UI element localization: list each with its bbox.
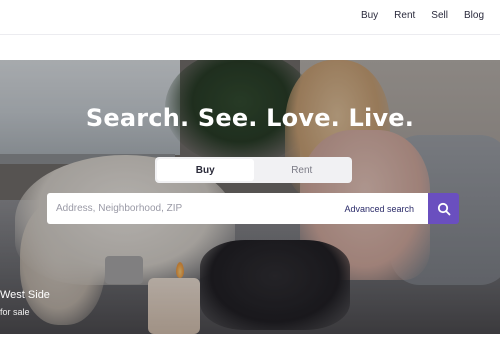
header-divider [0, 34, 500, 35]
top-header: Buy Rent Sell Blog [0, 0, 500, 34]
location-title: West Side [0, 289, 50, 301]
nav-link-blog[interactable]: Blog [456, 10, 492, 21]
hero-headline: Search. See. Love. Live. [85, 104, 415, 132]
search-input[interactable] [47, 193, 345, 224]
hero-section: Search. See. Love. Live. Buy Rent Advanc… [0, 60, 500, 334]
search-mode-tabs: Buy Rent [155, 157, 352, 183]
nav-link-buy[interactable]: Buy [361, 10, 386, 21]
search-button[interactable] [428, 193, 459, 224]
tab-buy[interactable]: Buy [157, 159, 254, 181]
search-bar: Advanced search [47, 193, 428, 224]
advanced-search-link[interactable]: Advanced search [344, 204, 414, 214]
search-icon [437, 202, 450, 215]
nav-link-rent[interactable]: Rent [386, 10, 423, 21]
main-nav: Buy Rent Sell Blog [361, 0, 492, 30]
nav-link-sell[interactable]: Sell [423, 10, 456, 21]
location-subtitle: for sale [0, 307, 30, 317]
tab-rent[interactable]: Rent [254, 159, 351, 181]
